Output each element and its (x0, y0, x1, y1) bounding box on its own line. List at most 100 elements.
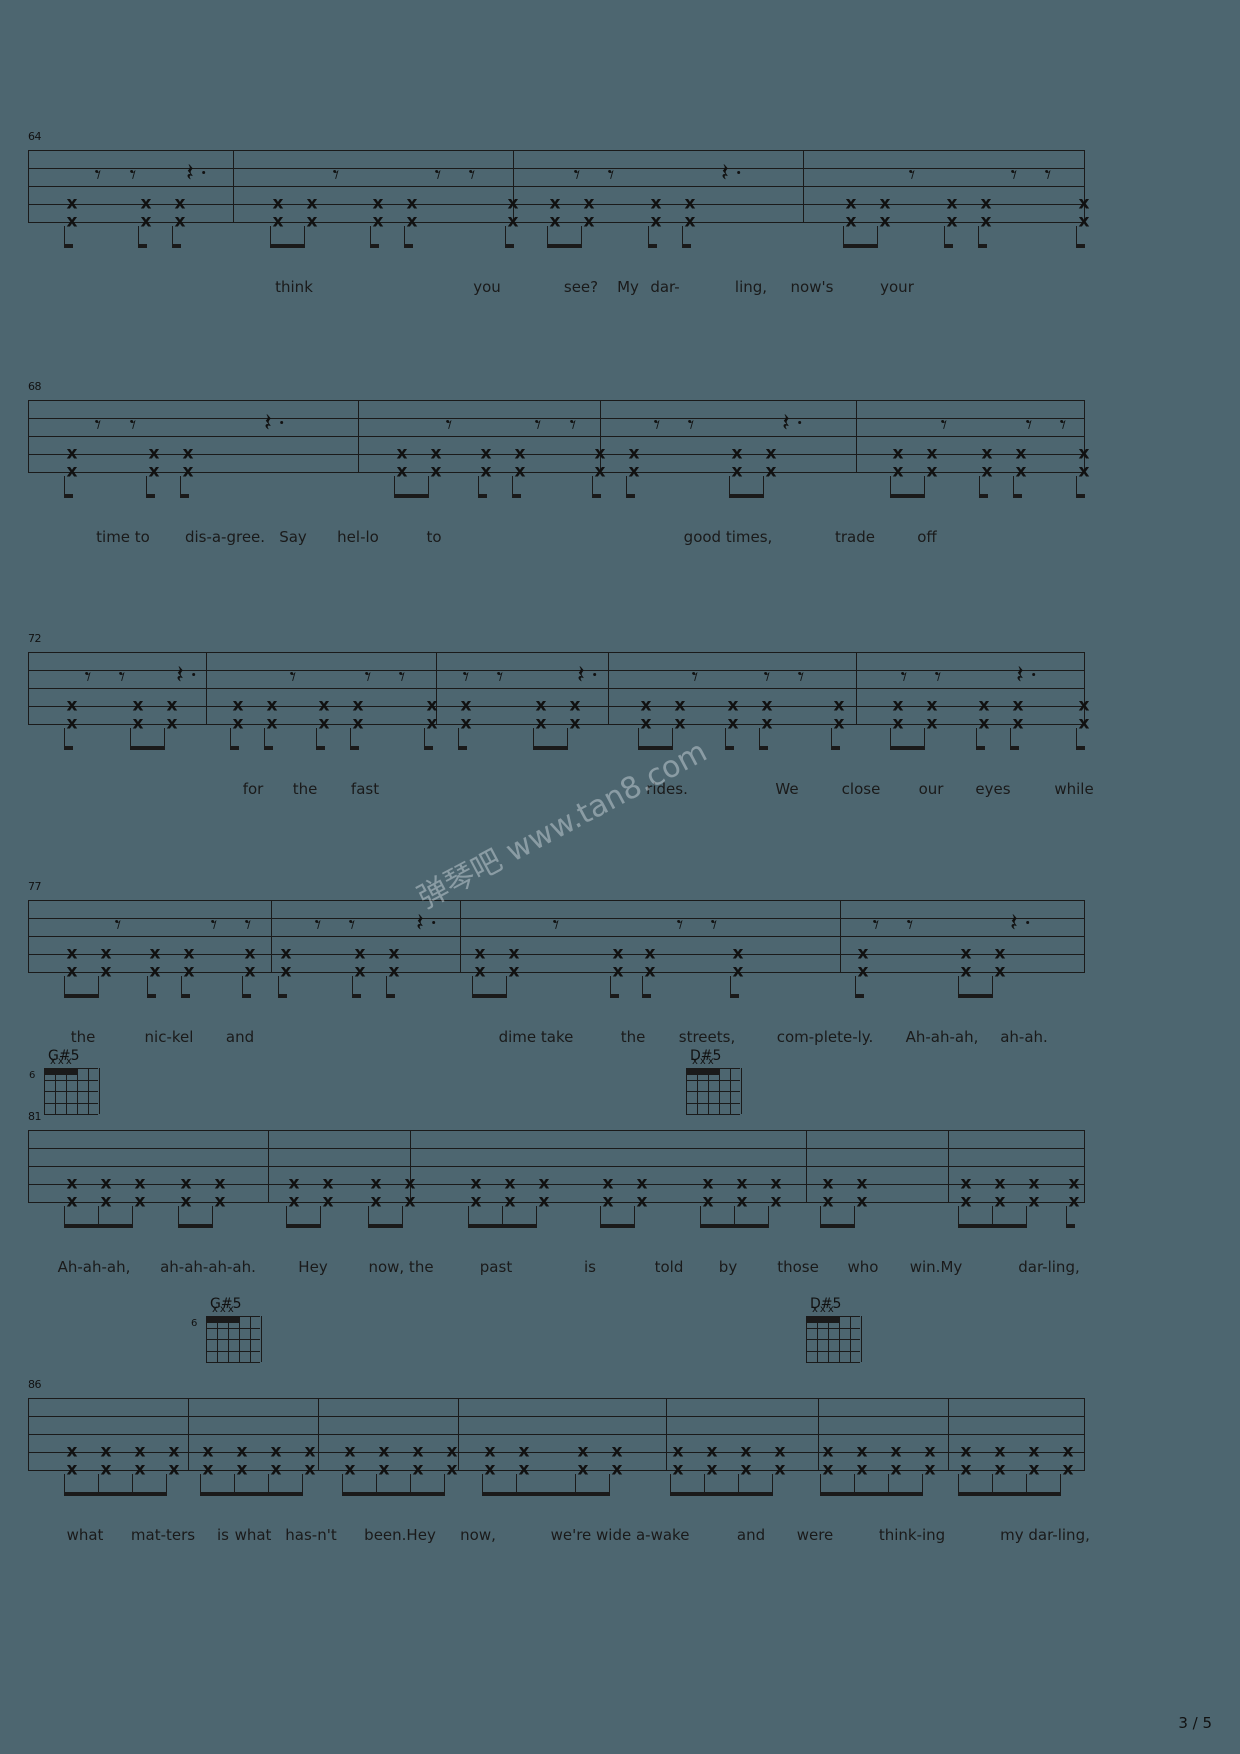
barline (818, 1398, 819, 1471)
barline (840, 900, 841, 973)
muted-notehead: x (446, 1459, 458, 1480)
lyric-syllable: for (242, 780, 264, 798)
augmentation-dot (192, 673, 196, 676)
muted-notehead: x (426, 713, 438, 734)
lyric-syllable: those (777, 1258, 819, 1276)
muted-notehead: x (66, 443, 78, 464)
muted-notehead: x (388, 961, 400, 982)
lyric-syllable: who (847, 1258, 879, 1276)
muted-notehead: x (856, 1173, 868, 1194)
lyric-syllable: Say (279, 528, 307, 546)
fret-line (806, 1339, 860, 1340)
muted-notehead: x (770, 1191, 782, 1212)
muted-notehead: x (1028, 1459, 1040, 1480)
muted-notehead: x (1078, 443, 1090, 464)
augmentation-dot (432, 921, 436, 924)
barline (28, 1398, 29, 1471)
muted-notehead: x (612, 961, 624, 982)
muted-notehead: x (507, 211, 519, 232)
barline (1084, 900, 1085, 973)
beam (130, 746, 164, 750)
muted-notehead: x (706, 1459, 718, 1480)
muted-notehead: x (569, 713, 581, 734)
note-stem (1060, 1474, 1061, 1496)
muted-notehead: x (148, 443, 160, 464)
staff-line (28, 1434, 1084, 1435)
lyric-syllable: the (620, 1028, 646, 1046)
beam (890, 746, 924, 750)
lyric-line: time to dis-a-gree. Say hel-lo to good times,… (0, 528, 1240, 550)
eighth-rest (333, 162, 340, 187)
muted-notehead: x (978, 713, 990, 734)
muted-notehead: x (412, 1441, 424, 1462)
muted-notehead: x (66, 461, 78, 482)
muted-notehead: x (404, 1191, 416, 1212)
eighth-rest (85, 664, 92, 689)
note-stem (922, 1474, 923, 1496)
muted-notehead: x (322, 1173, 334, 1194)
measure-number: 86 (28, 1378, 42, 1391)
muted-notehead: x (684, 193, 696, 214)
muted-notehead: x (354, 943, 366, 964)
eighth-rest (115, 912, 122, 937)
muted-notehead: x (318, 713, 330, 734)
eighth-rest (469, 162, 476, 187)
muted-notehead: x (484, 1441, 496, 1462)
muted-notehead: x (270, 1441, 282, 1462)
muted-notehead: x (594, 461, 606, 482)
eighth-rest (935, 664, 942, 689)
lyric-syllable: now's (790, 278, 834, 296)
muted-notehead: x (460, 695, 472, 716)
muted-notehead: x (183, 943, 195, 964)
lyric-syllable: to (426, 528, 442, 546)
barre-marker (44, 1068, 77, 1075)
staff-line (28, 900, 1084, 901)
beam-hook (404, 244, 413, 248)
muted-notehead: x (857, 943, 869, 964)
muted-notehead: x (168, 1441, 180, 1462)
beam (286, 1224, 320, 1228)
muted-notehead: x (202, 1459, 214, 1480)
lyric-syllable: nic-kel (144, 1028, 194, 1046)
muted-notehead: x (994, 943, 1006, 964)
muted-notehead: x (736, 1173, 748, 1194)
muted-notehead: x (774, 1459, 786, 1480)
lyric-syllable: we're wide a-wake (550, 1526, 690, 1544)
muted-notehead: x (761, 713, 773, 734)
muted-notehead: x (636, 1191, 648, 1212)
muted-notehead: x (1015, 443, 1027, 464)
eighth-rest (909, 162, 916, 187)
fret-line (806, 1350, 860, 1352)
muted-notehead: x (706, 1441, 718, 1462)
muted-notehead: x (822, 1191, 834, 1212)
muted-notehead: x (1062, 1459, 1074, 1480)
muted-notehead: x (926, 443, 938, 464)
muted-notehead: x (960, 1441, 972, 1462)
beam (638, 746, 672, 750)
beam-hook (978, 244, 987, 248)
eighth-rest (211, 912, 218, 937)
muted-notehead: x (770, 1173, 782, 1194)
muted-notehead: x (430, 443, 442, 464)
beam-hook (64, 494, 73, 498)
beam (670, 1492, 772, 1496)
eighth-rest (570, 412, 577, 437)
beam-hook (181, 994, 190, 998)
barline (803, 150, 804, 223)
muted-notehead: x (514, 443, 526, 464)
muted-notehead: x (166, 695, 178, 716)
muted-notehead: x (66, 713, 78, 734)
muted-notehead: x (994, 961, 1006, 982)
quarter-rest (264, 410, 284, 435)
muted-notehead: x (66, 961, 78, 982)
muted-notehead: x (594, 443, 606, 464)
muted-notehead: x (304, 1459, 316, 1480)
fret-line (44, 1102, 98, 1104)
barline (948, 1398, 949, 1471)
muted-notehead: x (740, 1459, 752, 1480)
barline (1084, 1398, 1085, 1471)
barre-marker (206, 1316, 239, 1323)
fret-line (206, 1327, 260, 1329)
muted-notehead: x (100, 1459, 112, 1480)
eighth-rest (711, 912, 718, 937)
